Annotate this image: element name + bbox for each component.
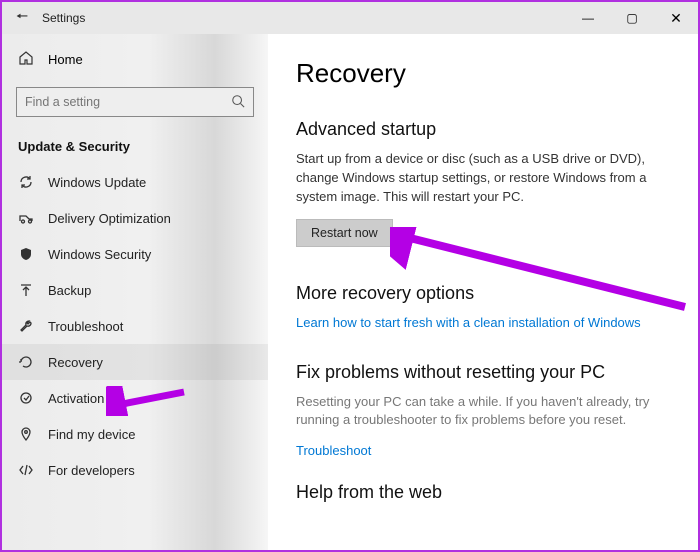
home-label: Home bbox=[48, 52, 83, 67]
sidebar: Home Update & Security Windows Update De… bbox=[2, 34, 268, 550]
activation-icon bbox=[18, 390, 34, 406]
maximize-button[interactable]: ▢ bbox=[610, 2, 654, 34]
location-icon bbox=[18, 426, 34, 442]
sidebar-item-backup[interactable]: Backup bbox=[2, 272, 268, 308]
category-header: Update & Security bbox=[2, 127, 268, 164]
code-icon bbox=[18, 462, 34, 478]
advanced-startup-heading: Advanced startup bbox=[296, 119, 670, 140]
sidebar-item-label: Recovery bbox=[48, 355, 103, 370]
search-input[interactable] bbox=[25, 95, 231, 109]
fix-problems-desc: Resetting your PC can take a while. If y… bbox=[296, 393, 670, 431]
sidebar-item-troubleshoot[interactable]: Troubleshoot bbox=[2, 308, 268, 344]
advanced-startup-desc: Start up from a device or disc (such as … bbox=[296, 150, 670, 207]
delivery-icon bbox=[18, 210, 34, 226]
restart-now-button[interactable]: Restart now bbox=[296, 219, 393, 247]
sidebar-item-find-my-device[interactable]: Find my device bbox=[2, 416, 268, 452]
sidebar-item-windows-security[interactable]: Windows Security bbox=[2, 236, 268, 272]
help-web-heading: Help from the web bbox=[296, 482, 670, 503]
sidebar-item-label: Find my device bbox=[48, 427, 135, 442]
sidebar-item-windows-update[interactable]: Windows Update bbox=[2, 164, 268, 200]
window-title: Settings bbox=[42, 11, 85, 25]
sidebar-item-label: For developers bbox=[48, 463, 135, 478]
recovery-icon bbox=[18, 354, 34, 370]
sidebar-item-label: Troubleshoot bbox=[48, 319, 123, 334]
sync-icon bbox=[18, 174, 34, 190]
sidebar-item-label: Backup bbox=[48, 283, 91, 298]
page-title: Recovery bbox=[296, 58, 670, 89]
home-nav[interactable]: Home bbox=[2, 42, 268, 77]
sidebar-item-label: Activation bbox=[48, 391, 104, 406]
fix-problems-heading: Fix problems without resetting your PC bbox=[296, 362, 670, 383]
shield-icon bbox=[18, 246, 34, 262]
content-pane: Recovery Advanced startup Start up from … bbox=[268, 34, 698, 550]
advanced-startup-section: Advanced startup Start up from a device … bbox=[296, 119, 670, 253]
help-web-section: Help from the web bbox=[296, 482, 670, 503]
search-box[interactable] bbox=[16, 87, 254, 117]
sidebar-item-label: Windows Update bbox=[48, 175, 146, 190]
search-icon bbox=[231, 94, 245, 111]
sidebar-item-activation[interactable]: Activation bbox=[2, 380, 268, 416]
sidebar-item-label: Windows Security bbox=[48, 247, 151, 262]
start-fresh-link[interactable]: Learn how to start fresh with a clean in… bbox=[296, 315, 641, 330]
fix-problems-section: Fix problems without resetting your PC R… bbox=[296, 362, 670, 461]
wrench-icon bbox=[18, 318, 34, 334]
sidebar-item-recovery[interactable]: Recovery bbox=[2, 344, 268, 380]
backup-icon bbox=[18, 282, 34, 298]
title-bar: 🠔 Settings — ▢ ✕ bbox=[2, 2, 698, 34]
sidebar-item-for-developers[interactable]: For developers bbox=[2, 452, 268, 488]
troubleshoot-link[interactable]: Troubleshoot bbox=[296, 443, 371, 458]
close-button[interactable]: ✕ bbox=[654, 2, 698, 34]
sidebar-item-label: Delivery Optimization bbox=[48, 211, 171, 226]
minimize-button[interactable]: — bbox=[566, 2, 610, 34]
back-button[interactable]: 🠔 bbox=[2, 6, 42, 30]
more-recovery-heading: More recovery options bbox=[296, 283, 670, 304]
sidebar-item-delivery-optimization[interactable]: Delivery Optimization bbox=[2, 200, 268, 236]
home-icon bbox=[18, 50, 34, 69]
more-recovery-section: More recovery options Learn how to start… bbox=[296, 283, 670, 332]
